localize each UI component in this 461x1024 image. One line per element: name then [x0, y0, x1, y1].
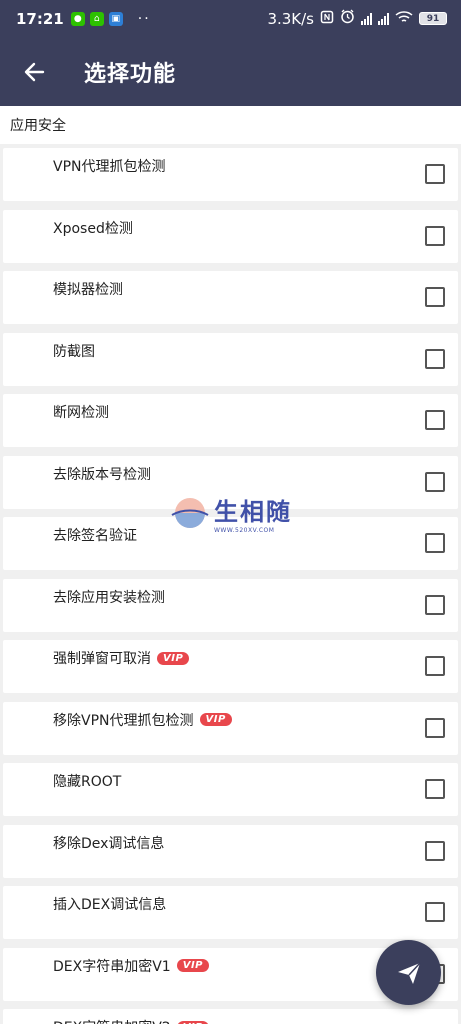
item-label-text: DEX字符串加密V2	[53, 1017, 171, 1024]
feature-list-container[interactable]: 应用安全 VPN代理抓包检测 Xposed检测 模拟器检测防截图断网检测去除版本号检…	[0, 106, 461, 1024]
more-notifications-icon: ··	[137, 10, 151, 27]
signal-1-icon	[361, 12, 372, 25]
watermark-emblem-icon	[171, 498, 209, 528]
item-label: DEX字符串加密V2 VIP	[53, 1017, 209, 1024]
item-label-text: 移除VPN代理抓包检测	[53, 712, 194, 729]
list-item[interactable]: 隐藏ROOT	[3, 763, 458, 816]
feature-checkbox[interactable]	[425, 840, 445, 861]
feature-checkbox[interactable]	[425, 287, 445, 307]
item-label: Xposed检测	[53, 218, 133, 238]
feature-checkbox[interactable]	[425, 533, 445, 553]
list-item[interactable]: 模拟器检测	[3, 271, 458, 324]
item-label-text: 去除版本号检测	[53, 466, 151, 483]
item-label-text: 防截图	[53, 343, 95, 360]
list-item[interactable]: Xposed检测	[3, 209, 458, 263]
item-label-text: 模拟器检测	[53, 282, 123, 298]
feature-checkbox[interactable]	[425, 225, 445, 246]
feature-checkbox[interactable]	[425, 164, 445, 184]
item-label: 去除签名验证	[53, 525, 137, 545]
item-label-text: 移除Dex调试信息	[53, 835, 165, 852]
item-label-text: 强制弹窗可取消	[53, 651, 151, 667]
status-time: 17:21	[16, 9, 64, 28]
item-label: 移除Dex调试信息	[53, 833, 164, 853]
item-label: VPN代理抓包检测	[53, 156, 166, 176]
item-label-text: VPN代理抓包检测	[53, 159, 166, 175]
feature-checkbox[interactable]	[425, 779, 445, 799]
item-label: 防截图	[53, 341, 95, 361]
home-app-icon: ⌂	[89, 11, 104, 26]
feature-checkbox[interactable]	[425, 348, 445, 369]
watermark-url: WWW.520XV.COM	[214, 527, 275, 534]
status-bar: 17:21 ● ⌂ ▣ ·· 3.3K/s 91	[0, 0, 461, 37]
list-item[interactable]: 移除Dex调试信息	[3, 824, 458, 878]
item-label-text: 去除应用安装检测	[53, 589, 165, 606]
feature-list: VPN代理抓包检测 Xposed检测 模拟器检测防截图断网检测去除版本号检测 去除签名…	[0, 144, 461, 1024]
item-label-text: 插入DEX调试信息	[53, 897, 167, 913]
list-item[interactable]: 断网检测	[3, 394, 458, 447]
item-label-text: 去除签名验证	[53, 528, 137, 544]
back-button[interactable]	[14, 52, 54, 92]
list-item[interactable]: 移除VPN代理抓包检测 VIP	[3, 701, 458, 755]
feature-checkbox[interactable]	[425, 717, 445, 738]
battery-icon: 91	[419, 12, 447, 25]
page-title: 选择功能	[84, 61, 177, 87]
feature-checkbox[interactable]	[425, 471, 445, 492]
item-label-text: DEX字符串加密V1	[53, 958, 171, 975]
vip-badge: VIP	[199, 713, 232, 726]
network-speed: 3.3K/s	[267, 9, 314, 28]
signal-2-icon	[378, 12, 389, 25]
list-item[interactable]: 去除应用安装检测	[3, 578, 458, 632]
send-button[interactable]	[376, 940, 441, 1005]
item-label-text: Xposed检测	[53, 220, 133, 237]
watermark-title: 生相随	[214, 497, 292, 526]
item-label: 插入DEX调试信息	[53, 894, 166, 914]
feature-checkbox[interactable]	[425, 594, 445, 615]
list-item[interactable]: DEX字符串加密V2 VIP	[3, 1009, 458, 1024]
list-item[interactable]: 强制弹窗可取消 VIP	[3, 640, 458, 693]
item-label: 隐藏ROOT	[53, 771, 121, 791]
vip-badge: VIP	[176, 959, 209, 972]
list-item[interactable]: 防截图	[3, 332, 458, 386]
arrow-left-icon	[24, 62, 45, 81]
feature-checkbox[interactable]	[425, 902, 445, 922]
item-label-text: 断网检测	[53, 405, 109, 421]
send-icon	[397, 961, 421, 984]
vip-badge: VIP	[157, 651, 190, 665]
notification-app-icon: ▣	[108, 11, 123, 26]
item-label: 移除VPN代理抓包检测 VIP	[53, 710, 232, 730]
item-label: 去除应用安装检测	[53, 587, 165, 607]
feature-checkbox[interactable]	[425, 410, 445, 430]
nfc-icon	[320, 10, 334, 28]
item-label: 模拟器检测	[53, 279, 123, 299]
item-label: DEX字符串加密V1 VIP	[53, 956, 209, 976]
watermark-logo: 生相随 WWW.520XV.COM	[170, 486, 300, 540]
item-label: 去除版本号检测	[53, 464, 151, 484]
wifi-icon	[395, 10, 413, 28]
feature-checkbox[interactable]	[425, 656, 445, 676]
wechat-icon: ●	[70, 11, 85, 26]
list-item[interactable]: 插入DEX调试信息	[3, 886, 458, 939]
list-item[interactable]: VPN代理抓包检测	[3, 148, 458, 201]
vip-badge: VIP	[176, 1020, 209, 1024]
section-title: 应用安全	[0, 106, 461, 144]
alarm-icon	[340, 9, 355, 28]
item-label-text: 隐藏ROOT	[53, 774, 122, 790]
app-bar: 选择功能	[0, 37, 461, 106]
item-label: 强制弹窗可取消 VIP	[53, 648, 190, 668]
item-label: 断网检测	[53, 402, 109, 422]
